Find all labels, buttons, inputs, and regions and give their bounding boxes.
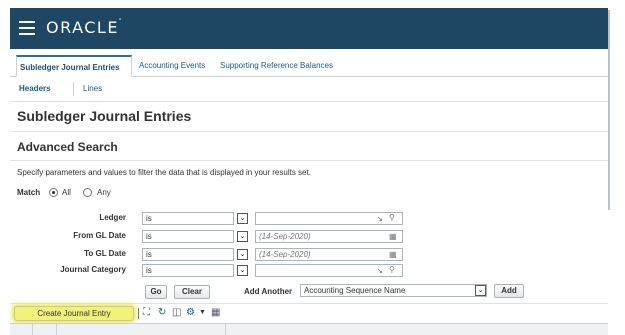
section-title: Advanced Search	[17, 140, 118, 154]
oracle-logo: ORACLE°	[46, 18, 123, 37]
expand-icon[interactable]: ⛶	[143, 307, 150, 318]
to-gl-date-operator-select[interactable]: is	[142, 248, 234, 261]
match-any-radio[interactable]	[83, 188, 92, 197]
hamburger-menu-icon[interactable]	[19, 21, 35, 35]
search-icon[interactable]: ⚲	[389, 265, 395, 274]
list-of-values-icon[interactable]: ↘	[377, 267, 383, 275]
results-table-header	[10, 323, 608, 335]
app-window: ORACLE° Subledger Journal Entries Accoun…	[10, 0, 608, 335]
divider	[10, 101, 608, 102]
chevron-down-icon[interactable]: ⌄	[237, 249, 248, 260]
chevron-down-icon[interactable]: ▼	[199, 309, 206, 316]
results-toolbar: Create Journal Entry ⛶ ↻ ◫ ⚙ ▼ ▦	[10, 305, 608, 323]
add-button[interactable]: Add	[494, 284, 524, 298]
chevron-down-icon[interactable]: ⌄	[475, 285, 486, 296]
calendar-icon[interactable]: ▦	[389, 232, 397, 241]
list-of-values-icon[interactable]: ↘	[377, 215, 383, 223]
column-divider	[32, 324, 33, 335]
column-divider	[56, 324, 57, 335]
from-gl-date-input[interactable]: (14-Sep-2020)	[255, 230, 403, 243]
tab-accounting-events[interactable]: Accounting Events	[139, 55, 205, 77]
go-button[interactable]: Go	[145, 285, 167, 299]
from-gl-date-label: From GL Date	[73, 231, 126, 240]
tab-label: Accounting Events	[139, 61, 206, 70]
subtab-divider	[73, 82, 74, 96]
tab-label: Supporting Reference Balances	[220, 61, 333, 70]
to-gl-date-label: To GL Date	[84, 249, 126, 258]
vertical-scrollbar[interactable]	[608, 10, 610, 210]
to-gl-date-input[interactable]: (14-Sep-2020)	[255, 248, 403, 261]
page-background-right	[608, 0, 625, 335]
top-header-bar: ORACLE°	[10, 8, 608, 49]
page-title: Subledger Journal Entries	[17, 108, 192, 124]
ledger-label: Ledger	[99, 213, 126, 222]
refresh-icon[interactable]: ↻	[158, 307, 166, 318]
tab-subledger-journal-entries[interactable]: Subledger Journal Entries	[16, 55, 132, 77]
clear-button[interactable]: Clear	[174, 285, 210, 299]
divider	[10, 160, 608, 161]
chevron-down-icon[interactable]: ⌄	[237, 265, 248, 276]
toolbar-separator	[138, 308, 139, 319]
tab-supporting-reference-balances[interactable]: Supporting Reference Balances	[220, 55, 333, 77]
journal-category-operator-select[interactable]: is	[142, 264, 234, 277]
chevron-down-icon[interactable]: ⌄	[237, 231, 248, 242]
add-another-label: Add Another	[244, 287, 293, 296]
subtab-lines[interactable]: Lines	[83, 84, 102, 93]
tab-bar: Subledger Journal Entries Accounting Eve…	[10, 55, 608, 77]
gear-icon[interactable]: ⚙	[186, 307, 195, 318]
search-instructions: Specify parameters and values to filter …	[17, 168, 311, 177]
subtab-headers[interactable]: Headers	[19, 84, 51, 93]
match-all-label: All	[62, 188, 71, 197]
search-icon[interactable]: ⚲	[389, 213, 395, 222]
journal-category-label: Journal Category	[60, 265, 126, 274]
match-label: Match	[17, 188, 41, 197]
export-icon[interactable]: ◫	[172, 307, 181, 318]
divider	[10, 303, 608, 304]
chevron-down-icon[interactable]: ⌄	[237, 213, 248, 224]
ledger-operator-select[interactable]: is	[142, 212, 234, 225]
from-gl-date-operator-select[interactable]: is	[142, 230, 234, 243]
add-another-select[interactable]: Accounting Sequence Name	[300, 284, 487, 297]
match-any-label: Any	[97, 188, 111, 197]
divider	[10, 131, 608, 132]
match-all-radio[interactable]	[49, 188, 58, 197]
columns-icon[interactable]: ▦	[211, 307, 220, 318]
column-divider	[225, 324, 226, 335]
create-journal-entry-button[interactable]: Create Journal Entry	[14, 306, 134, 321]
tab-label: Subledger Journal Entries	[20, 63, 120, 72]
calendar-icon[interactable]: ▦	[389, 250, 397, 259]
